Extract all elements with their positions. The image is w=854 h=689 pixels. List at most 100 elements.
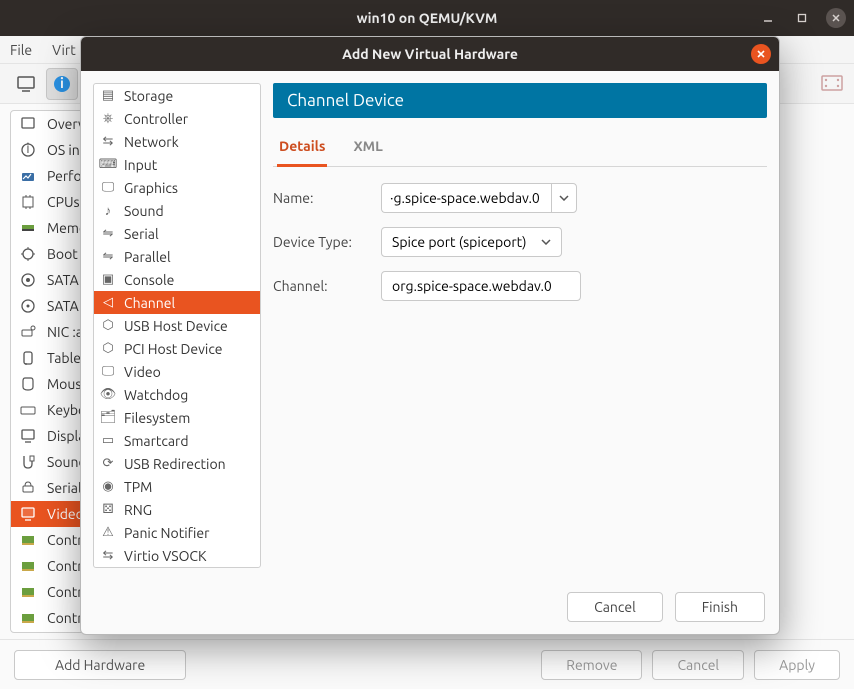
hw-type-label: RNG: [124, 502, 152, 518]
svg-text:i: i: [26, 141, 29, 156]
hw-type-icon: 👁: [100, 387, 116, 403]
hw-type-label: USB Host Device: [124, 318, 228, 334]
hw-item-icon: [19, 245, 37, 263]
hw-type-icon: ⚄: [100, 502, 116, 518]
dialog-title: Add New Virtual Hardware: [342, 46, 518, 62]
hw-type-graphics[interactable]: 🖵Graphics: [94, 176, 260, 199]
hw-type-icon: ◁: [100, 295, 116, 311]
hw-type-icon: ⬡: [100, 341, 116, 357]
hw-type-label: Sound: [124, 203, 164, 219]
hw-type-icon: 🖵: [100, 180, 116, 196]
close-button[interactable]: [826, 8, 846, 28]
hw-type-icon: ⚠: [100, 525, 116, 541]
hw-type-watchdog[interactable]: 👁 Watchdog: [94, 383, 260, 406]
hw-type-label: Filesystem: [124, 410, 190, 426]
hw-type-smartcard[interactable]: ▭ Smartcard: [94, 429, 260, 452]
hw-type-controller[interactable]: ⎈ Controller: [94, 107, 260, 130]
hw-item-icon: [19, 583, 37, 601]
details-view-button[interactable]: i: [46, 68, 78, 100]
window-title: win10 on QEMU/KVM: [357, 10, 498, 26]
hw-type-label: Controller: [124, 111, 188, 127]
add-hardware-dialog: Add New Virtual Hardware ▤Storage ⎈ Contro…: [80, 36, 780, 635]
hw-type-serial[interactable]: ⇋Serial: [94, 222, 260, 245]
tab-details[interactable]: Details: [277, 132, 327, 167]
hw-type-label: Channel: [124, 295, 175, 311]
console-view-button[interactable]: [10, 68, 42, 100]
tab-xml[interactable]: XML: [351, 132, 384, 167]
hw-type-pci-host-device[interactable]: ⬡ PCI Host Device: [94, 337, 260, 360]
name-dropdown-button[interactable]: [551, 183, 577, 213]
maximize-button[interactable]: [792, 8, 812, 28]
hw-type-usb-host-device[interactable]: ⬡ USB Host Device: [94, 314, 260, 337]
name-input[interactable]: [381, 183, 551, 213]
hw-type-icon: ▤: [100, 88, 116, 104]
bottom-bar: Add Hardware Remove Cancel Apply: [0, 639, 854, 689]
dialog-finish-button[interactable]: Finish: [675, 592, 765, 622]
hw-type-icon: 🖵: [100, 364, 116, 380]
hw-type-label: Virtio VSOCK: [124, 548, 207, 564]
minimize-button[interactable]: [758, 8, 778, 28]
hw-type-icon: ▣: [100, 272, 116, 288]
channel-value-field[interactable]: org.spice-space.webdav.0: [381, 271, 581, 301]
add-hardware-button[interactable]: Add Hardware: [14, 650, 186, 680]
hw-type-label: USB Redirection: [124, 456, 226, 472]
hw-type-network[interactable]: ⇆Network: [94, 130, 260, 153]
hw-type-icon: ⬡: [100, 318, 116, 334]
hw-type-icon: ⌨: [100, 157, 116, 173]
screenshot-icon: [820, 74, 844, 94]
hw-item-icon: [19, 453, 37, 471]
main-titlebar: win10 on QEMU/KVM: [0, 0, 854, 36]
hardware-type-list: ▤Storage⎈Controller⇆Network⌨Input🖵Graphi…: [93, 83, 261, 568]
hw-item-icon: [19, 349, 37, 367]
hw-type-filesystem[interactable]: 🗂Filesystem: [94, 406, 260, 429]
hw-item-icon: [19, 323, 37, 341]
hw-type-storage[interactable]: ▤Storage: [94, 84, 260, 107]
hw-type-tpm[interactable]: ◉TPM: [94, 475, 260, 498]
hw-type-icon: ⇋: [100, 226, 116, 242]
hw-type-label: Parallel: [124, 249, 171, 265]
hw-item-label: CPUs: [47, 194, 80, 210]
hw-type-label: Panic Notifier: [124, 525, 209, 541]
hw-type-input[interactable]: ⌨Input: [94, 153, 260, 176]
hw-type-console[interactable]: ▣Console: [94, 268, 260, 291]
hw-type-icon: ⇆: [100, 548, 116, 564]
hw-type-label: Watchdog: [124, 387, 188, 403]
hw-type-virtio-vsock[interactable]: ⇆ Virtio VSOCK: [94, 544, 260, 567]
hw-item-icon: [19, 219, 37, 237]
hw-item-icon: [19, 479, 37, 497]
panel-heading: Channel Device: [273, 83, 767, 118]
hw-type-label: Video: [124, 364, 161, 380]
hw-type-channel[interactable]: ◁ Channel: [94, 291, 260, 314]
config-tabs: Details XML: [273, 132, 767, 167]
hw-type-icon: ▭: [100, 433, 116, 449]
hw-item-icon: [19, 531, 37, 549]
hw-type-icon: ⎈: [100, 111, 116, 127]
hw-type-rng[interactable]: ⚄ RNG: [94, 498, 260, 521]
hw-item-icon: [19, 609, 37, 627]
remove-button[interactable]: Remove: [541, 650, 642, 680]
device-type-value: Spice port (spiceport): [392, 234, 527, 250]
hw-type-video[interactable]: 🖵 Video: [94, 360, 260, 383]
device-type-select[interactable]: Spice port (spiceport): [381, 227, 562, 257]
menu-virtual-machine[interactable]: Virt: [52, 42, 76, 58]
hw-type-usb-redirection[interactable]: ⟳ USB Redirection: [94, 452, 260, 475]
hw-type-label: Smartcard: [124, 433, 189, 449]
name-label: Name:: [273, 190, 373, 206]
hw-type-label: Network: [124, 134, 179, 150]
apply-button[interactable]: Apply: [754, 650, 840, 680]
cancel-main-button[interactable]: Cancel: [652, 650, 744, 680]
hw-type-label: PCI Host Device: [124, 341, 223, 357]
hw-type-parallel[interactable]: ⇋Parallel: [94, 245, 260, 268]
dialog-cancel-button[interactable]: Cancel: [567, 592, 663, 622]
dialog-close-button[interactable]: [751, 44, 771, 64]
hw-type-sound[interactable]: ♪ Sound: [94, 199, 260, 222]
channel-label: Channel:: [273, 278, 373, 294]
hw-type-panic-notifier[interactable]: ⚠ Panic Notifier: [94, 521, 260, 544]
hw-type-icon: ⟳: [100, 456, 116, 472]
hw-item-icon: [19, 401, 37, 419]
hw-item-icon: [19, 427, 37, 445]
menu-file[interactable]: File: [10, 42, 32, 58]
hw-type-icon: ♪: [100, 203, 116, 219]
hw-item-icon: [19, 375, 37, 393]
hw-item-icon: [19, 115, 37, 133]
